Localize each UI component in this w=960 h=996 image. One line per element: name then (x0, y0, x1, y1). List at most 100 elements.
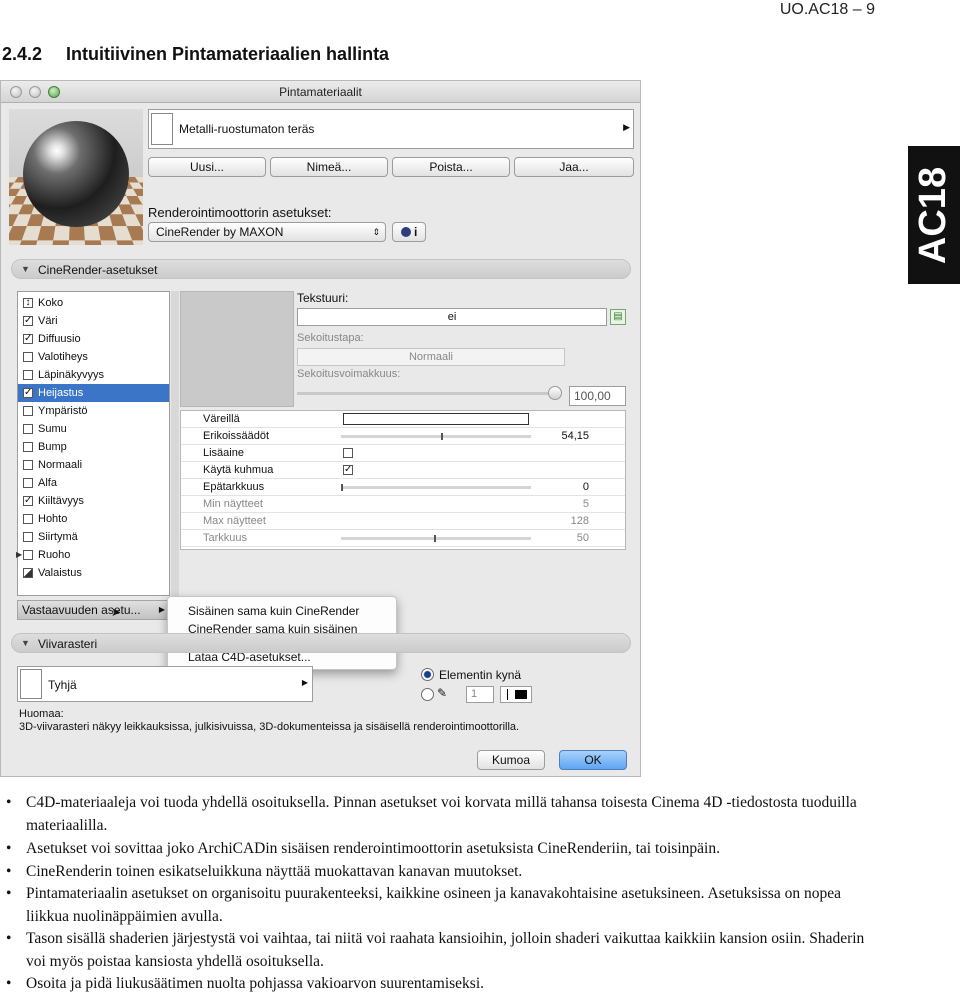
property-checkbox[interactable] (343, 448, 353, 458)
property-row[interactable]: Min näytteet 5 (181, 496, 625, 513)
channel-item[interactable]: ↕ Koko (18, 294, 169, 312)
channel-checkbox[interactable] (23, 424, 33, 434)
channel-label: Bump (38, 441, 67, 453)
property-row[interactable]: Erikoissäädöt 54,15 (181, 428, 625, 445)
menu-item-internal-as-cinerender[interactable]: Sisäinen sama kuin CineRender (188, 604, 359, 618)
channel-item[interactable]: Siirtymä (18, 528, 169, 546)
channel-checkbox[interactable] (23, 352, 33, 362)
delete-button[interactable]: Poista... (392, 157, 510, 177)
close-window-icon[interactable] (10, 86, 22, 98)
channel-checkbox[interactable] (23, 532, 33, 542)
channel-checkbox[interactable] (23, 514, 33, 524)
channel-label: Hohto (38, 513, 68, 525)
ok-button[interactable]: OK (559, 750, 627, 770)
channel-checkbox[interactable]: ✓ (23, 316, 33, 326)
slider-marker[interactable] (441, 433, 443, 440)
channel-label: Ympäristö (38, 405, 88, 417)
pen-number: 1 (471, 688, 478, 700)
channel-checkbox[interactable] (23, 442, 33, 452)
texture-field[interactable]: ei (297, 308, 607, 326)
channel-label: Kiiltävyys (38, 495, 84, 507)
blend-mode-select[interactable]: Normaali (297, 348, 565, 366)
property-value: 50 (576, 532, 589, 544)
slider-marker[interactable] (341, 484, 343, 491)
property-label: Erikoissäädöt (203, 430, 270, 442)
property-label: Epätarkkuus (203, 481, 265, 493)
rename-button[interactable]: Nimeä... (270, 157, 388, 177)
property-row[interactable]: Epätarkkuus 0 (181, 479, 625, 496)
channel-checkbox[interactable] (23, 406, 33, 416)
channel-properties-grid: Väreillä Erikoissäädöt 54,15 Lisäaine Käytä … (180, 410, 626, 550)
pen-color-swatch[interactable] (500, 686, 532, 703)
cinerender-section-header[interactable]: ▼ CineRender-asetukset (11, 259, 631, 279)
property-row[interactable]: Max näytteet 128 (181, 513, 625, 530)
property-label: Tarkkuus (203, 532, 248, 544)
blend-strength-input[interactable]: 100,00 (569, 386, 626, 406)
channel-checkbox[interactable] (23, 550, 33, 560)
channel-checkbox[interactable] (23, 460, 33, 470)
pen-number-field[interactable]: 1 (466, 686, 494, 703)
new-button[interactable]: Uusi... (148, 157, 266, 177)
side-tab: AC18 (908, 146, 960, 284)
texture-value: ei (447, 311, 457, 323)
channel-item[interactable]: Valaistus (18, 564, 169, 582)
size-icon[interactable]: ↕ (23, 298, 33, 308)
custom-pen-radio[interactable] (421, 688, 434, 701)
channel-item[interactable]: ✓ Heijastus (18, 384, 169, 402)
property-slider[interactable] (341, 535, 531, 542)
channel-checkbox[interactable]: ✓ (23, 496, 33, 506)
channel-item[interactable]: Läpinäkyvyys (18, 366, 169, 384)
pen-fill-icon (515, 690, 527, 699)
property-row[interactable]: Käytä kuhmua ✓ (181, 462, 625, 479)
property-row[interactable]: Tarkkuus 50 (181, 530, 625, 547)
channel-item[interactable]: ✓ Kiiltävyys (18, 492, 169, 510)
blend-strength-slider[interactable] (297, 386, 562, 400)
channel-item[interactable]: ▶ Ruoho (16, 546, 169, 564)
channel-checkbox[interactable] (23, 370, 33, 380)
property-checkbox[interactable]: ✓ (343, 465, 353, 475)
share-button[interactable]: Jaa... (514, 157, 634, 177)
page-header: UO.AC18 – 9 (779, 1, 875, 18)
channel-item[interactable]: Sumu (18, 420, 169, 438)
engine-label: Renderointimoottorin asetukset: (148, 205, 332, 220)
channel-item[interactable]: Normaali (18, 456, 169, 474)
chevron-right-icon: ▶ (158, 605, 165, 614)
light-icon[interactable] (23, 568, 33, 578)
property-slider[interactable] (341, 433, 531, 440)
channel-item[interactable]: Alfa (18, 474, 169, 492)
chevron-right-icon: ▶ (301, 678, 308, 687)
element-pen-label: Elementin kynä (439, 668, 522, 682)
property-row[interactable]: Lisäaine (181, 445, 625, 462)
channel-item[interactable]: Bump (18, 438, 169, 456)
element-pen-radio[interactable] (421, 668, 434, 681)
channel-label: Diffuusio (38, 333, 81, 345)
channel-item[interactable]: ✓ Diffuusio (18, 330, 169, 348)
property-slider[interactable] (341, 484, 531, 491)
sync-settings-button[interactable]: Vastaavuuden asetu... ▶ (17, 600, 170, 620)
color-swatch[interactable] (343, 413, 529, 425)
zoom-window-icon[interactable] (48, 86, 60, 98)
engine-info-button[interactable]: i (392, 222, 426, 242)
hatch-section-header[interactable]: ▼ Viivarasteri (11, 633, 631, 653)
load-texture-icon[interactable]: ▤ (610, 309, 626, 325)
disclosure-right-icon[interactable]: ▶ (16, 546, 22, 564)
slider-marker[interactable] (434, 535, 436, 542)
cancel-button[interactable]: Kumoa (477, 750, 545, 770)
channel-item[interactable]: Valotiheys (18, 348, 169, 366)
property-row[interactable]: Väreillä (181, 411, 625, 428)
channel-checkbox[interactable]: ✓ (23, 388, 33, 398)
channel-checkbox[interactable] (23, 478, 33, 488)
channel-label: Koko (38, 297, 64, 309)
channel-item[interactable]: Ympäristö (18, 402, 169, 420)
cinerender-section-title: CineRender-asetukset (38, 263, 158, 277)
slider-knob[interactable] (548, 386, 562, 400)
channel-checkbox[interactable]: ✓ (23, 334, 33, 344)
minimize-window-icon[interactable] (29, 86, 41, 98)
material-preview (9, 109, 143, 245)
engine-select[interactable]: CineRender by MAXON ⇕ (148, 222, 386, 242)
channel-item[interactable]: ✓ Väri (18, 312, 169, 330)
splitter-handle[interactable] (171, 291, 179, 596)
hatch-selector[interactable]: Tyhjä ▶ (17, 666, 313, 702)
channel-item[interactable]: Hohto (18, 510, 169, 528)
material-selector[interactable]: Metalli-ruostumaton teräs ▶ (148, 109, 634, 149)
